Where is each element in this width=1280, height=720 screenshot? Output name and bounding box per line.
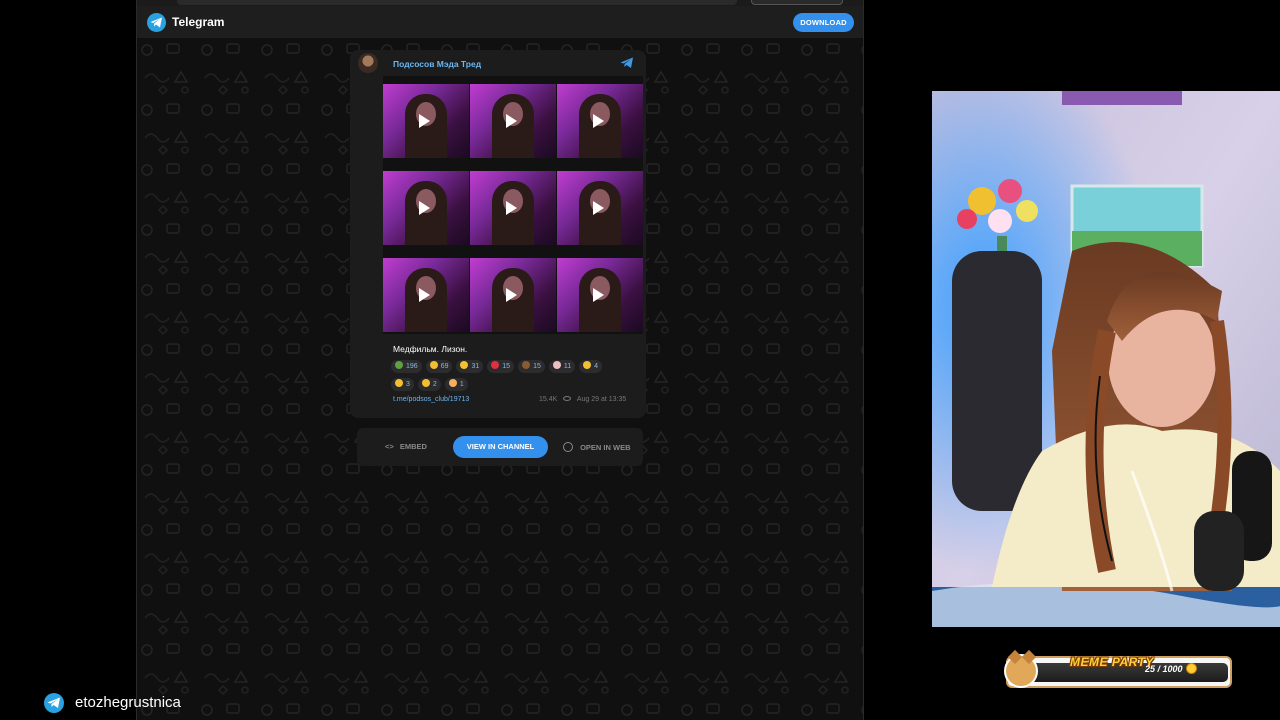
play-icon <box>506 201 517 215</box>
video-thumbnail[interactable] <box>557 84 643 158</box>
url-field[interactable] <box>177 0 737 5</box>
video-thumbnail[interactable] <box>557 171 643 245</box>
laugh-emoji <box>421 379 430 387</box>
reaction-chip[interactable]: 15 <box>487 360 515 373</box>
post-action-bar: <> EMBED VIEW IN CHANNEL OPEN IN WEB <box>357 428 643 466</box>
post-date: Aug 29 at 13:35 <box>576 396 627 403</box>
telegram-share-icon[interactable] <box>620 57 634 69</box>
channel-name[interactable]: Подсосов Мэда Тред <box>393 59 481 69</box>
play-icon <box>419 288 430 302</box>
video-thumbnail[interactable] <box>557 258 643 332</box>
video-thumbnail[interactable] <box>470 258 556 332</box>
grin-emoji <box>429 361 438 369</box>
reaction-chip[interactable]: 69 <box>425 360 453 373</box>
download-button[interactable]: DOWNLOAD <box>793 13 854 32</box>
reaction-chip[interactable]: 2 <box>417 378 441 391</box>
social-handle: etozhegrustnica <box>75 694 181 711</box>
thinking-emoji <box>583 361 592 369</box>
reaction-count: 11 <box>563 363 572 370</box>
reaction-count: 3 <box>406 381 410 388</box>
reaction-chip[interactable]: 31 <box>456 360 484 373</box>
browser-window: Telegram DOWNLOAD Подсосов Мэда Тред Мед… <box>136 0 864 720</box>
view-in-channel-button[interactable]: VIEW IN CHANNEL <box>453 436 548 458</box>
post-link[interactable]: t.me/podsos_club/19713 <box>393 396 469 403</box>
reaction-count: 2 <box>432 381 437 388</box>
eye-icon <box>563 396 572 401</box>
telegram-header: Telegram DOWNLOAD <box>137 6 863 38</box>
embed-label: EMBED <box>399 442 427 451</box>
meme-party-widget: MEME PARTY 25 / 1000 <box>1004 649 1232 688</box>
stream-frame: Telegram DOWNLOAD Подсосов Мэда Тред Мед… <box>0 0 1280 720</box>
embed-button[interactable]: <> EMBED <box>385 442 427 451</box>
telegram-title[interactable]: Telegram <box>172 15 224 29</box>
reaction-count: 196 <box>406 363 418 370</box>
poop-emoji <box>522 361 531 369</box>
post-meta: 15.4K Aug 29 at 13:35 <box>539 396 626 403</box>
play-icon <box>593 201 604 215</box>
reaction-chip[interactable]: 4 <box>579 360 603 373</box>
video-thumbnail[interactable] <box>470 171 556 245</box>
reaction-count: 1 <box>459 381 464 388</box>
play-icon <box>419 201 430 215</box>
webcam-feed <box>932 91 1280 627</box>
view-count: 15.4K <box>539 396 558 403</box>
reaction-chip[interactable]: 196 <box>391 360 422 373</box>
post-caption: Медфильм. Лизон. <box>393 344 468 354</box>
open-in-web-button[interactable]: OPEN IN WEB <box>563 442 631 452</box>
meme-party-progress: 25 / 1000 <box>1145 664 1183 674</box>
pray-emoji <box>448 379 457 387</box>
reaction-count: 69 <box>440 363 449 370</box>
video-thumbnail[interactable] <box>383 258 469 332</box>
clown-emoji <box>552 361 561 369</box>
coin-icon <box>1186 663 1197 674</box>
reaction-count: 15 <box>533 363 541 370</box>
telegram-logo-icon[interactable] <box>147 13 166 32</box>
video-thumbnail[interactable] <box>383 171 469 245</box>
nauseated-emoji <box>395 361 403 369</box>
play-icon <box>593 114 604 128</box>
play-icon <box>506 114 517 128</box>
telegram-icon <box>44 693 64 713</box>
reactions-row: 196 69 31 15 15 11 4 <box>391 360 603 373</box>
play-icon <box>419 114 430 128</box>
reactions-row: 3 2 1 <box>391 378 468 391</box>
video-grid <box>383 76 643 334</box>
telegram-post: Подсосов Мэда Тред Медфильм. Лизон. 196 6… <box>350 50 646 418</box>
open-in-web-label: OPEN IN WEB <box>580 443 631 452</box>
reaction-count: 31 <box>471 363 480 370</box>
heart-emoji <box>491 361 500 369</box>
code-icon: <> <box>385 442 394 451</box>
reaction-chip[interactable]: 11 <box>548 360 576 373</box>
doge-icon <box>1004 649 1038 688</box>
globe-icon <box>563 442 573 452</box>
channel-avatar[interactable] <box>358 53 378 73</box>
meme-party-title: MEME PARTY <box>1070 655 1154 669</box>
video-thumbnail[interactable] <box>470 84 556 158</box>
play-icon <box>593 288 604 302</box>
smile-emoji <box>460 361 469 369</box>
reaction-chip[interactable]: 15 <box>518 360 545 373</box>
video-thumbnail[interactable] <box>383 84 469 158</box>
webcam-image <box>932 91 1280 627</box>
reaction-chip[interactable]: 3 <box>391 378 414 391</box>
scream-emoji <box>395 379 403 387</box>
reaction-count: 15 <box>502 363 511 370</box>
reaction-chip[interactable]: 1 <box>444 378 468 391</box>
reaction-count: 4 <box>594 363 599 370</box>
browser-action-pill[interactable] <box>751 0 843 5</box>
play-icon <box>506 288 517 302</box>
